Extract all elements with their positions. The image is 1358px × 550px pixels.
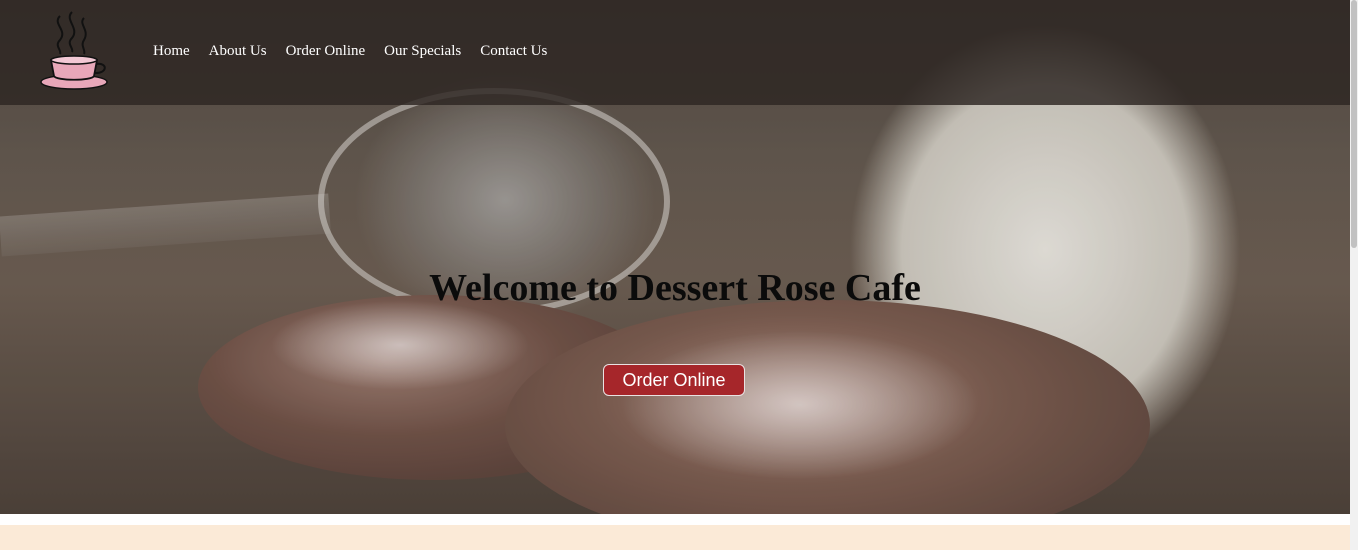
nav-about-us[interactable]: About Us bbox=[209, 43, 267, 60]
nav-contact-us[interactable]: Contact Us bbox=[480, 43, 547, 60]
nav-order-online[interactable]: Order Online bbox=[286, 43, 366, 60]
next-section-band bbox=[0, 525, 1350, 550]
nav-home[interactable]: Home bbox=[153, 43, 190, 60]
order-online-button[interactable]: Order Online bbox=[603, 364, 745, 396]
nav-our-specials[interactable]: Our Specials bbox=[384, 43, 461, 60]
teacup-logo-icon[interactable] bbox=[38, 10, 110, 92]
page-scrollbar[interactable] bbox=[1350, 0, 1358, 550]
hero-title: Welcome to Dessert Rose Cafe bbox=[429, 267, 921, 309]
main-nav: Home About Us Order Online Our Specials … bbox=[153, 43, 566, 60]
top-navbar: Home About Us Order Online Our Specials … bbox=[0, 0, 1350, 105]
scrollbar-thumb[interactable] bbox=[1351, 0, 1357, 248]
